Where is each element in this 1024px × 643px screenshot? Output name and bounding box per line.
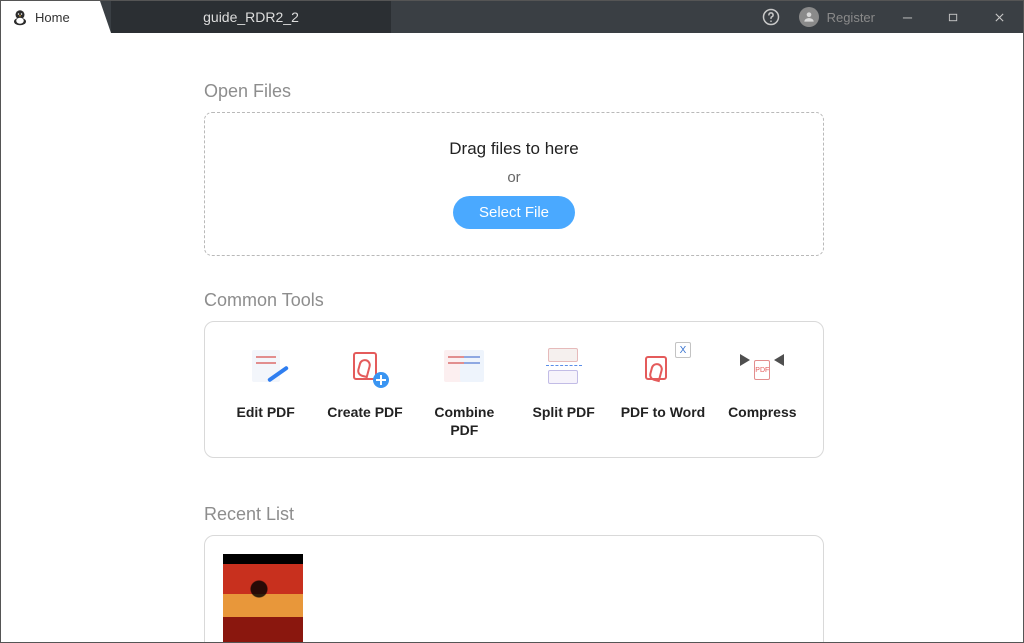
tab-document[interactable]: guide_RDR2_2 (111, 1, 391, 33)
pdf-to-word-icon: X (641, 346, 685, 386)
tool-label: Create PDF (327, 404, 402, 422)
register-label: Register (827, 10, 875, 25)
tool-pdf-to-word[interactable]: X PDF to Word (620, 346, 705, 439)
app-logo-icon (11, 8, 29, 26)
recent-list-title: Recent List (204, 504, 923, 525)
avatar-icon (799, 7, 819, 27)
open-files-dropzone[interactable]: Drag files to here or Select File (204, 112, 824, 256)
select-file-button[interactable]: Select File (453, 196, 575, 229)
titlebar: Home guide_RDR2_2 Register (1, 1, 1023, 33)
recent-thumbnail (223, 554, 303, 642)
tool-label: Edit PDF (236, 404, 294, 422)
tab-document-label: guide_RDR2_2 (203, 9, 299, 25)
tool-create-pdf[interactable]: Create PDF (322, 346, 407, 439)
register-button[interactable]: Register (799, 7, 875, 27)
tool-combine-pdf[interactable]: Combine PDF (422, 346, 507, 439)
app-window: Home guide_RDR2_2 Register (0, 0, 1024, 643)
recent-list-box: guide_RDR2_2 (204, 535, 824, 642)
common-tools-box: Edit PDF Create PDF Combine PD (204, 321, 824, 458)
window-minimize-button[interactable] (893, 1, 921, 33)
or-text: or (507, 169, 520, 186)
drag-text: Drag files to here (449, 139, 578, 159)
titlebar-right: Register (761, 1, 1023, 33)
create-pdf-icon (343, 346, 387, 386)
tool-label: PDF to Word (621, 404, 706, 422)
split-pdf-icon (542, 346, 586, 386)
tool-label: Combine PDF (422, 404, 507, 439)
edit-pdf-icon (244, 346, 288, 386)
tool-compress[interactable]: PDF Compress (720, 346, 805, 439)
combine-pdf-icon (442, 346, 486, 386)
compress-icon: PDF (740, 346, 784, 386)
tool-split-pdf[interactable]: Split PDF (521, 346, 606, 439)
help-icon[interactable] (761, 7, 781, 27)
tab-home[interactable]: Home (1, 1, 111, 33)
open-files-title: Open Files (204, 81, 923, 102)
window-maximize-button[interactable] (939, 1, 967, 33)
recent-item[interactable]: guide_RDR2_2 (223, 554, 313, 642)
tool-edit-pdf[interactable]: Edit PDF (223, 346, 308, 439)
tool-label: Split PDF (533, 404, 595, 422)
window-close-button[interactable] (985, 1, 1013, 33)
common-tools-title: Common Tools (204, 290, 923, 311)
tool-label: Compress (728, 404, 796, 422)
tab-home-label: Home (35, 10, 70, 25)
main-body: Open Files Drag files to here or Select … (1, 33, 1023, 642)
